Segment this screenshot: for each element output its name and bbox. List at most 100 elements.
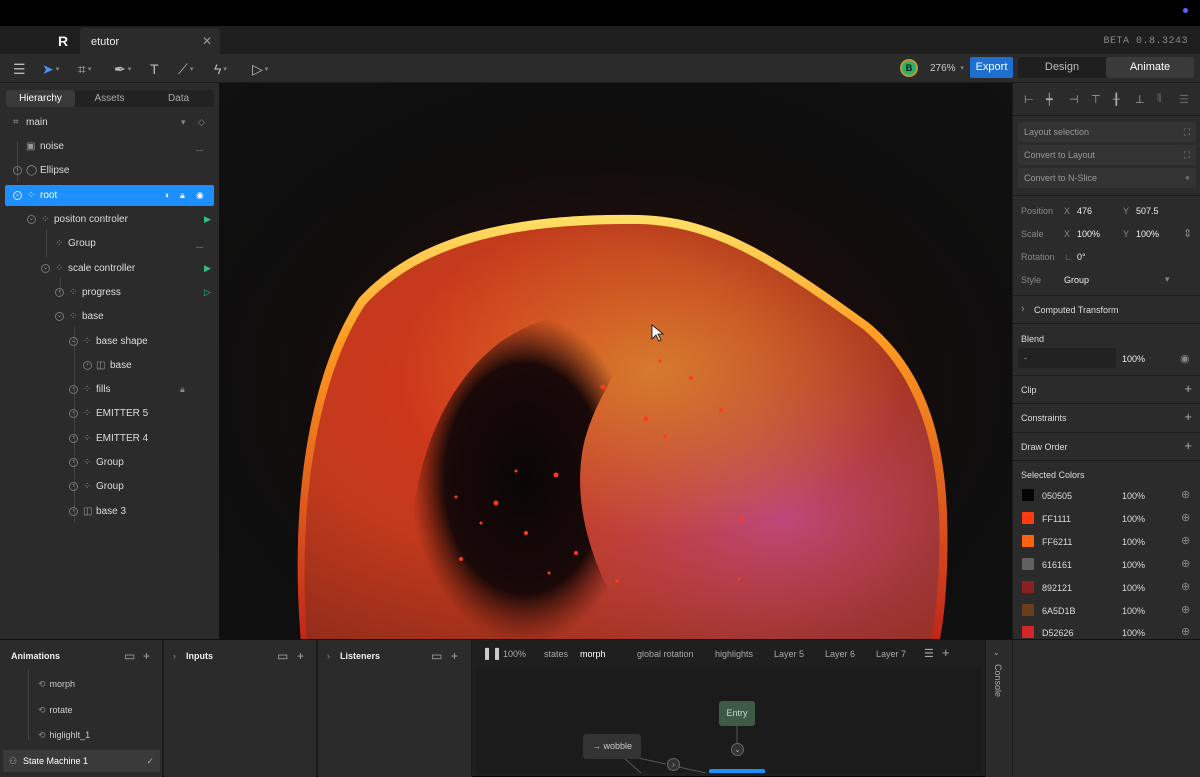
bone-tool-icon[interactable]: ⟋ ▾	[178, 60, 193, 78]
tab-assets[interactable]: Assets	[75, 90, 144, 107]
transition-arrow-icon[interactable]: ›	[667, 758, 680, 771]
convert-to-layout-button[interactable]: Convert to Layout ⛶	[1018, 145, 1196, 165]
play-icon[interactable]: ▶	[204, 258, 211, 279]
animate-mode-button[interactable]: Animate	[1106, 57, 1194, 78]
tree-item-group-3[interactable]: › ⁘ Group	[5, 476, 214, 497]
transition-chevron-icon[interactable]: ⌄	[731, 743, 744, 756]
stage-canvas[interactable]	[219, 83, 1012, 639]
close-icon[interactable]: ✕	[202, 34, 212, 48]
collapse-icon[interactable]: ⌄	[13, 191, 22, 200]
chevron-down-icon[interactable]: ⌄	[993, 648, 1000, 657]
selected-state-node[interactable]	[709, 769, 765, 773]
select-tool-icon[interactable]: ➤ ▾	[42, 60, 59, 78]
expand-icon[interactable]: ›	[69, 482, 78, 491]
tab-layer-6[interactable]: Layer 6	[825, 649, 855, 659]
folder-icon[interactable]: ▭	[124, 649, 135, 663]
blend-opacity-field[interactable]: 100%	[1122, 354, 1145, 364]
export-button[interactable]: Export	[970, 57, 1013, 78]
color-swatch[interactable]	[1022, 581, 1034, 593]
tree-item-noise[interactable]: ▣ noise ‿	[5, 136, 214, 157]
expand-icon[interactable]: ›	[83, 361, 92, 370]
position-x-field[interactable]: 476	[1077, 206, 1092, 216]
color-swatch[interactable]	[1022, 604, 1034, 616]
target-icon[interactable]: ⊕	[1181, 534, 1190, 547]
tab-layer-5[interactable]: Layer 5	[774, 649, 804, 659]
expand-icon[interactable]: ›	[69, 507, 78, 516]
blend-mode-select[interactable]: -	[1018, 348, 1116, 368]
position-y-field[interactable]: 507.5	[1136, 206, 1159, 216]
lock-icon[interactable]: 🔒︎	[180, 379, 185, 400]
tree-item-scale-controller[interactable]: ⌄ ⁘ scale controller ▶	[5, 258, 214, 279]
link-scale-icon[interactable]: ⇕	[1183, 227, 1192, 240]
hidden-eye-icon[interactable]: ‿	[196, 136, 203, 157]
tree-item-base-inner[interactable]: › ◫ base	[5, 355, 214, 376]
chevron-down-icon[interactable]: ▾	[181, 112, 186, 133]
expand-icon[interactable]: ›	[69, 434, 78, 443]
folder-icon[interactable]: ▭	[277, 649, 288, 663]
file-tab[interactable]: etutor ✕	[80, 28, 220, 54]
align-bottom-icon[interactable]: ⊥	[1135, 93, 1145, 106]
target-icon[interactable]: ⊕	[1181, 511, 1190, 524]
tree-item-base-shape[interactable]: ⌄ ⁘ base shape	[5, 331, 214, 352]
color-swatch[interactable]	[1022, 489, 1034, 501]
lightning-icon[interactable]: ϟ ▾	[214, 60, 227, 78]
tab-hierarchy[interactable]: Hierarchy	[6, 90, 75, 107]
target-icon[interactable]: ⊕	[1181, 603, 1190, 616]
tree-item-group[interactable]: ⁘ Group ‿	[5, 233, 214, 254]
collapse-icon[interactable]: ⌄	[27, 215, 36, 224]
scale-y-field[interactable]: 100%	[1136, 229, 1159, 239]
color-swatch[interactable]	[1022, 512, 1034, 524]
design-mode-button[interactable]: Design	[1018, 57, 1106, 78]
play-icon[interactable]: ▶	[204, 209, 211, 230]
distribute-h-icon[interactable]: ⫴	[1157, 93, 1162, 106]
tab-layer-7[interactable]: Layer 7	[876, 649, 906, 659]
collapse-icon[interactable]: ⌄	[41, 264, 50, 273]
tree-item-base-3[interactable]: › ◫ base 3	[5, 501, 214, 522]
expand-icon[interactable]: ›	[327, 651, 330, 661]
tree-item-emitter-5[interactable]: › ⁘ EMITTER 5	[5, 403, 214, 424]
add-draw-order-icon[interactable]: +	[1184, 438, 1192, 453]
align-left-icon[interactable]: ⊢	[1024, 93, 1034, 106]
layers-menu-icon[interactable]: ☰	[924, 647, 934, 660]
tab-highlights[interactable]: highlights	[715, 649, 753, 659]
state-machine-item[interactable]: ⚇ State Machine 1 ✓	[3, 750, 160, 772]
console-panel[interactable]: ⌄ Console	[985, 640, 1012, 777]
target-icon[interactable]: ⊕	[1181, 625, 1190, 638]
animation-item[interactable]: ⟲ higlighlt_1	[38, 730, 90, 741]
tree-item-position-controller[interactable]: ⌄ ⁘ positon controler ▶	[5, 209, 214, 230]
add-clip-icon[interactable]: +	[1184, 381, 1192, 396]
add-constraint-icon[interactable]: +	[1184, 409, 1192, 424]
pen-tool-icon[interactable]: ✒ ▾	[114, 60, 131, 78]
color-swatch[interactable]	[1022, 558, 1034, 570]
text-tool-icon[interactable]: T	[150, 60, 159, 78]
state-graph[interactable]: Entry ⌄ → wobble ›	[476, 668, 982, 773]
target-icon[interactable]: ⊕	[1181, 557, 1190, 570]
add-listener-icon[interactable]: +	[451, 649, 458, 663]
tag-icon[interactable]: ◇	[198, 112, 205, 133]
play-outline-icon[interactable]: ▷	[204, 282, 211, 303]
tree-item-main[interactable]: ⌗ main ▾ ◇	[5, 112, 214, 133]
expand-icon[interactable]: ›	[1021, 303, 1025, 315]
target-icon[interactable]: ⊕	[1181, 580, 1190, 593]
artboard-tool-icon[interactable]: ⌗ ▾	[78, 60, 91, 78]
rotation-field[interactable]: 0°	[1077, 252, 1086, 262]
convert-to-nslice-button[interactable]: Convert to N-Slice ⌖	[1018, 168, 1196, 188]
color-swatch[interactable]	[1022, 535, 1034, 547]
tree-item-progress[interactable]: › ⁘ progress ▷	[5, 282, 214, 303]
tree-item-root[interactable]: ⌄ ⁘ root ◐ 🔒︎ ◉	[5, 185, 214, 206]
animation-item[interactable]: ⟲ morph	[38, 679, 75, 690]
tab-morph[interactable]: morph	[580, 649, 606, 659]
align-top-icon[interactable]: ⊤	[1091, 93, 1101, 106]
pause-icon[interactable]: ❚❚	[482, 646, 502, 660]
hidden-eye-icon[interactable]: ‿	[196, 233, 203, 254]
wobble-node[interactable]: → wobble	[583, 734, 641, 759]
tree-item-base[interactable]: ⌄ ⁘ base	[5, 306, 214, 327]
avatar[interactable]: B	[900, 59, 918, 77]
tree-item-ellipse[interactable]: › ◯ Ellipse	[5, 160, 214, 181]
expand-icon[interactable]: ›	[55, 288, 64, 297]
expand-icon[interactable]: ›	[13, 166, 22, 175]
animation-item[interactable]: ⟲ rotate	[38, 705, 73, 716]
collapse-icon[interactable]: ⌄	[55, 312, 64, 321]
entry-node[interactable]: Entry	[719, 701, 755, 726]
tree-item-emitter-4[interactable]: › ⁘ EMITTER 4	[5, 428, 214, 449]
